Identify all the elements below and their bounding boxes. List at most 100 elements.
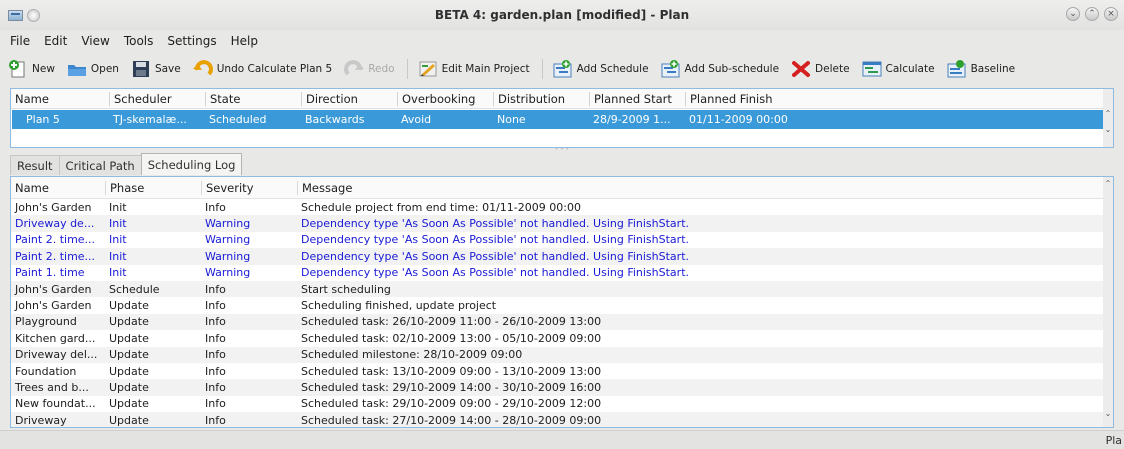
menu-help[interactable]: Help — [231, 34, 258, 48]
status-text: Pla — [1105, 434, 1122, 447]
baseline-button[interactable]: Baseline — [947, 60, 1015, 78]
log-col-phase[interactable]: Phase — [105, 180, 201, 195]
log-cell-name: Playground — [15, 315, 77, 329]
log-cell-severity: Info — [205, 331, 226, 345]
log-cell-severity: Info — [205, 200, 226, 214]
log-cell-severity: Info — [205, 397, 226, 411]
log-cell-phase: Update — [109, 364, 149, 378]
edit-main-project-button[interactable]: Edit Main Project — [418, 60, 530, 78]
col-state[interactable]: State — [205, 91, 301, 106]
menu-view[interactable]: View — [81, 34, 109, 48]
log-cell-message: Scheduled task: 29/10-2009 09:00 - 29/10… — [301, 397, 602, 411]
log-cell-name: Foundation — [15, 364, 77, 378]
menu-edit[interactable]: Edit — [44, 34, 67, 48]
log-cell-phase: Init — [109, 249, 127, 263]
scroll-down-icon[interactable]: ⌄ — [1103, 409, 1113, 419]
toolbar-separator — [541, 59, 543, 79]
log-col-name[interactable]: Name — [11, 181, 105, 195]
close-icon[interactable]: × — [1104, 7, 1118, 21]
log-col-severity[interactable]: Severity — [201, 180, 297, 195]
col-overbooking[interactable]: Overbooking — [397, 91, 493, 106]
log-row[interactable]: New foundat... Update Info Scheduled task: … — [11, 396, 1113, 412]
new-label: New — [32, 63, 55, 75]
redo-button[interactable]: Redo — [344, 60, 395, 78]
log-cell-message: Dependency type 'As Soon As Possible' no… — [301, 233, 690, 247]
scroll-up-icon[interactable]: ⌃ — [1103, 179, 1113, 189]
log-row[interactable]: Foundation Update Info Scheduled task: 13/1… — [11, 363, 1113, 379]
tab-critical-path[interactable]: Critical Path — [58, 155, 142, 175]
schedule-row-plan-5[interactable]: Plan 5 TJ-skemalæ... Scheduled Backwards… — [12, 110, 1112, 129]
add-subschedule-icon — [661, 60, 680, 78]
log-row[interactable]: Trees and b... Update Info Scheduled task: … — [11, 379, 1113, 396]
delete-button[interactable]: Delete — [791, 60, 850, 78]
col-planned-finish[interactable]: Planned Finish — [685, 91, 985, 106]
log-cell-severity: Warning — [205, 217, 251, 231]
calculate-button[interactable]: Calculate — [862, 60, 935, 78]
schedules-scrollbar[interactable]: ⌃ ⌄ — [1103, 89, 1113, 147]
tab-scheduling-log[interactable]: Scheduling Log — [140, 153, 243, 175]
log-cell-phase: Init — [109, 217, 127, 231]
menu-tools[interactable]: Tools — [124, 34, 154, 48]
schedule-planned-finish: 01/11-2009 00:00 — [689, 113, 788, 126]
undo-button[interactable]: Undo Calculate Plan 5 — [192, 60, 332, 78]
log-cell-name: Kitchen gard... — [15, 331, 96, 345]
add-subschedule-button[interactable]: Add Sub-schedule — [661, 60, 780, 78]
log-row[interactable]: Driveway del... Update Info Scheduled miles… — [11, 346, 1113, 363]
tab-result[interactable]: Result — [10, 155, 60, 175]
add-schedule-icon — [553, 60, 572, 78]
log-cell-message: Scheduling finished, update project — [301, 299, 497, 313]
scroll-down-icon[interactable]: ⌄ — [1103, 125, 1113, 135]
col-planned-start[interactable]: Planned Start — [589, 91, 685, 106]
col-name[interactable]: Name — [11, 92, 109, 106]
add-schedule-button[interactable]: Add Schedule — [553, 60, 649, 78]
log-cell-severity: Info — [205, 380, 226, 394]
col-scheduler[interactable]: Scheduler — [109, 91, 205, 106]
log-row[interactable]: Paint 2. time... Init Warning Dependency ty… — [11, 232, 1113, 248]
log-cell-phase: Update — [109, 397, 149, 411]
tab-bar: Result Critical Path Scheduling Log — [10, 153, 243, 175]
col-distribution[interactable]: Distribution — [493, 91, 589, 106]
log-cell-phase: Update — [109, 299, 149, 313]
new-button[interactable]: New — [8, 60, 55, 78]
maximize-icon[interactable]: ⌃ — [1085, 7, 1099, 21]
log-row[interactable]: John's Garden Init Info Schedule project fr… — [11, 199, 1113, 215]
log-row[interactable]: Paint 1. time Init Warning Dependency type … — [11, 265, 1113, 281]
log-cell-name: Driveway — [15, 413, 67, 427]
scheduling-log-table: Name Phase Severity Message John's Garde… — [10, 176, 1114, 428]
schedules-table: Name Scheduler State Direction Overbooki… — [10, 88, 1114, 148]
log-row[interactable]: Driveway de... Init Warning Dependency type… — [11, 215, 1113, 232]
col-direction[interactable]: Direction — [301, 91, 397, 106]
delete-icon — [792, 61, 811, 77]
add-subschedule-label: Add Sub-schedule — [684, 63, 780, 75]
folder-open-icon — [67, 65, 86, 76]
log-cell-severity: Info — [205, 413, 226, 427]
log-cell-name: John's Garden — [15, 299, 92, 313]
title-bar: BETA 4: garden.plan [modified] - Plan ⌄ … — [0, 0, 1124, 30]
log-row[interactable]: John's Garden Update Info Scheduling finish… — [11, 297, 1113, 313]
log-cell-name: New foundat... — [15, 397, 96, 411]
log-body: John's Garden Init Info Schedule project fr… — [11, 199, 1113, 427]
delete-label: Delete — [815, 63, 850, 75]
log-cell-message: Dependency type 'As Soon As Possible' no… — [301, 217, 690, 231]
log-col-message[interactable]: Message — [297, 180, 1097, 195]
open-button[interactable]: Open — [67, 60, 119, 78]
log-row[interactable]: Kitchen gard... Update Info Scheduled task:… — [11, 330, 1113, 346]
log-cell-message: Scheduled milestone: 28/10-2009 09:00 — [301, 348, 523, 362]
log-row[interactable]: John's Garden Schedule Info Start schedulin… — [11, 280, 1113, 298]
save-button[interactable]: Save — [131, 60, 181, 78]
add-schedule-label: Add Schedule — [576, 63, 649, 75]
log-row[interactable]: Paint 2. time... Init Warning Dependency ty… — [11, 248, 1113, 265]
log-cell-message: Scheduled task: 26/10-2009 11:00 - 26/10… — [301, 315, 602, 329]
log-cell-phase: Update — [109, 331, 149, 345]
minimize-icon[interactable]: ⌄ — [1066, 7, 1080, 21]
panel-splitter[interactable]: • • • — [10, 146, 1114, 153]
scroll-up-icon[interactable]: ⌃ — [1103, 109, 1113, 119]
menu-file[interactable]: File — [10, 34, 30, 48]
log-cell-message: Scheduled task: 13/10-2009 09:00 - 13/10… — [301, 364, 602, 378]
log-scrollbar[interactable]: ⌃ ⌄ — [1103, 177, 1113, 427]
log-row[interactable]: Playground Update Info Scheduled task: 26/1… — [11, 313, 1113, 331]
log-cell-message: Scheduled task: 02/10-2009 13:00 - 05/10… — [301, 331, 602, 345]
log-cell-phase: Init — [109, 200, 127, 214]
log-row[interactable]: Driveway Update Info Scheduled task: 27/10-… — [11, 412, 1113, 427]
menu-settings[interactable]: Settings — [167, 34, 216, 48]
